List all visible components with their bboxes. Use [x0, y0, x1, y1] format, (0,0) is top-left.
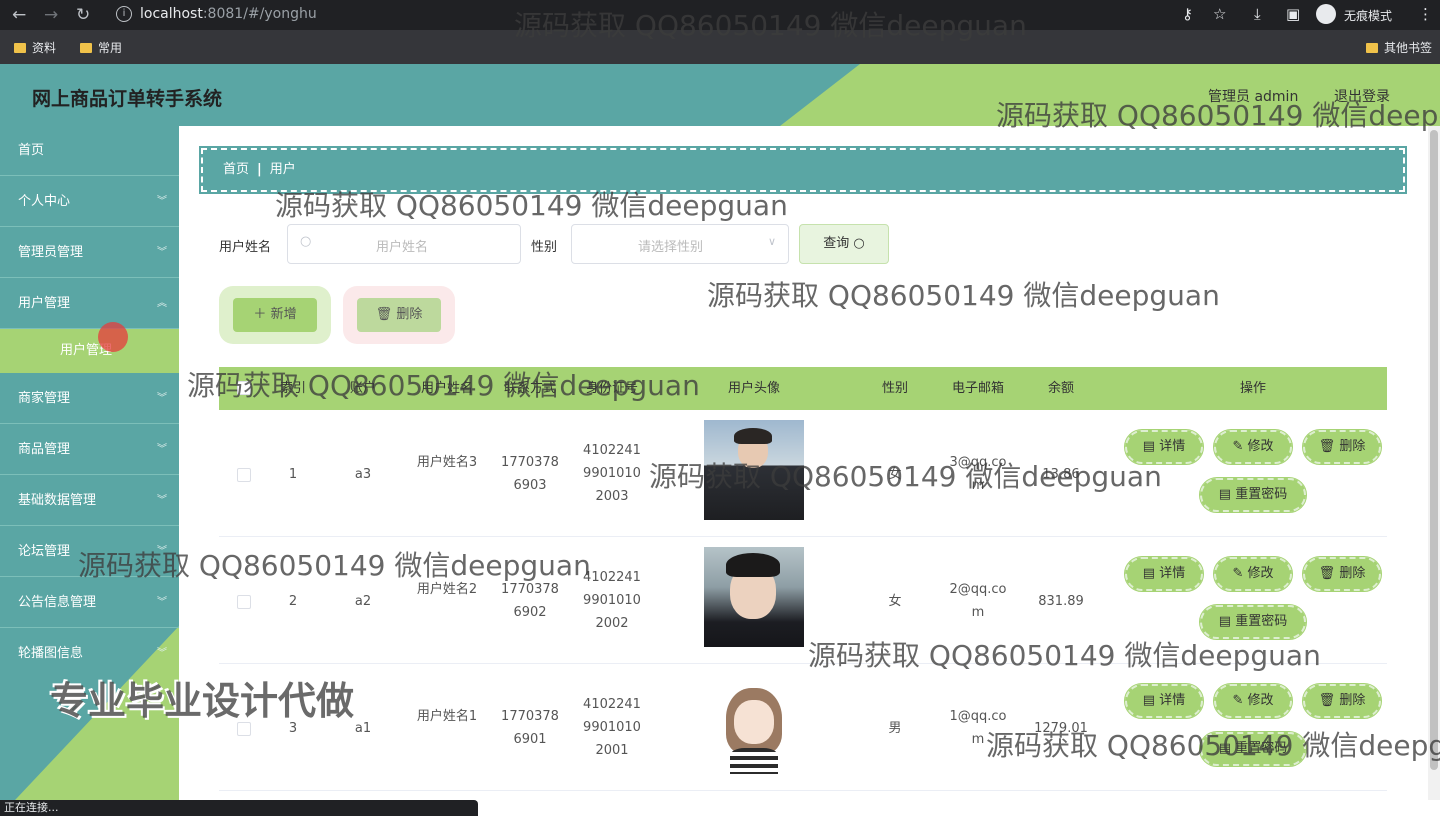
trash-icon: 🗑: [1318, 439, 1336, 454]
gender-select[interactable]: 请选择性别 ∨: [571, 224, 789, 264]
document-icon: ▤: [1218, 487, 1232, 502]
search-icon: ○: [300, 234, 312, 249]
browser-toolbar: ← → ↻ i localhost:8081/#/yonghu ⚷ ☆ ⤓ ▣ …: [0, 0, 1440, 30]
table-header: 索引 账户 用户姓名 联系方式 身份证号 用户头像 性别 电子邮箱 余额 操作: [219, 367, 1387, 410]
user-avatar: [704, 420, 804, 520]
other-bookmarks[interactable]: 其他书签: [1366, 39, 1432, 56]
sidebar-subitem-users[interactable]: 用户管理: [0, 329, 179, 373]
trash-icon: 🗑: [375, 307, 393, 322]
bookmark-folder[interactable]: 常用: [80, 39, 122, 56]
pencil-icon: ✎: [1232, 439, 1244, 454]
sidebar-item-users[interactable]: 用户管理 ︽: [0, 279, 179, 329]
logout-link[interactable]: 退出登录: [1334, 86, 1390, 106]
download-icon[interactable]: ⤓: [1254, 5, 1261, 23]
breadcrumb-current: 用户: [269, 162, 296, 177]
row-checkbox[interactable]: [237, 595, 251, 609]
main-content: 首页 | 用户 用户姓名 ○ 用户姓名 性别 请选择性别 ∨ 查询 ○ ＋ 新增 🗑…: [179, 126, 1440, 816]
sidebar-item-notice[interactable]: 公告信息管理 ︾: [0, 578, 179, 628]
folder-icon: [1366, 42, 1378, 53]
batch-delete-button[interactable]: 🗑 删除: [343, 286, 455, 344]
select-all-checkbox[interactable]: [237, 381, 251, 395]
search-icon: ○: [853, 236, 865, 251]
chevron-down-icon: ︾: [157, 444, 167, 455]
trash-icon: 🗑: [1318, 693, 1336, 708]
detail-button[interactable]: ▤ 详情: [1124, 429, 1204, 465]
reload-icon[interactable]: ↻: [76, 5, 90, 25]
document-icon: ▤: [1218, 741, 1232, 756]
app-header: 网上商品订单转手系统 管理员 admin 退出登录: [0, 64, 1440, 126]
chevron-down-icon: ︾: [157, 196, 167, 207]
user-avatar: [704, 674, 804, 774]
edit-button[interactable]: ✎ 修改: [1213, 556, 1293, 592]
folder-icon: [14, 42, 26, 53]
breadcrumb-home[interactable]: 首页: [223, 162, 249, 177]
chevron-up-icon: ︽: [157, 298, 167, 309]
delete-button[interactable]: 🗑 删除: [1302, 429, 1382, 465]
pencil-icon: ✎: [1232, 693, 1244, 708]
address-bar[interactable]: localhost:8081/#/yonghu: [140, 6, 317, 22]
bookmark-folder[interactable]: 资料: [14, 39, 56, 56]
watermark-large: 专业毕业设计代做: [50, 679, 355, 723]
chevron-down-icon: ∨: [767, 235, 776, 248]
page-scrollbar[interactable]: [1428, 126, 1440, 800]
chevron-down-icon: ︾: [157, 495, 167, 506]
trash-icon: 🗑: [1318, 566, 1336, 581]
chevron-down-icon: ︾: [157, 247, 167, 258]
document-icon: ▤: [1142, 693, 1156, 708]
row-checkbox[interactable]: [237, 468, 251, 482]
browser-status: 正在连接...: [0, 800, 478, 816]
name-input[interactable]: ○ 用户姓名: [287, 224, 521, 264]
star-icon[interactable]: ☆: [1213, 5, 1226, 23]
breadcrumb: 首页 | 用户: [199, 146, 1407, 194]
chevron-down-icon: ︾: [157, 597, 167, 608]
cursor-indicator: [98, 322, 128, 352]
sidebar-item-merchants[interactable]: 商家管理 ︾: [0, 374, 179, 424]
user-avatar: [704, 547, 804, 647]
document-icon: ▤: [1142, 566, 1156, 581]
add-button[interactable]: ＋ 新增: [219, 286, 331, 344]
table-row: 2 a2 用户姓名2 17703786902 41022419901010200…: [219, 537, 1387, 664]
search-button[interactable]: 查询 ○: [799, 224, 889, 264]
name-label: 用户姓名: [219, 240, 272, 255]
plus-icon: ＋: [253, 307, 267, 322]
pencil-icon: ✎: [1232, 566, 1244, 581]
edit-button[interactable]: ✎ 修改: [1213, 683, 1293, 719]
reset-password-button[interactable]: ▤ 重置密码: [1199, 731, 1307, 767]
document-icon: ▤: [1218, 614, 1232, 629]
detail-button[interactable]: ▤ 详情: [1124, 556, 1204, 592]
site-info-icon[interactable]: i: [116, 6, 132, 22]
bookmarks-bar: 资料 常用 其他书签: [0, 30, 1440, 64]
sidebar-item-forum[interactable]: 论坛管理 ︾: [0, 527, 179, 577]
forward-icon[interactable]: →: [44, 5, 58, 25]
sidebar-item-admins[interactable]: 管理员管理 ︾: [0, 228, 179, 278]
chevron-down-icon: ︾: [157, 546, 167, 557]
incognito-icon[interactable]: [1316, 4, 1336, 24]
chevron-down-icon: ︾: [157, 393, 167, 404]
current-user: 管理员 admin: [1208, 89, 1299, 105]
incognito-label: 无痕模式: [1344, 9, 1393, 23]
back-icon[interactable]: ←: [12, 5, 26, 25]
reset-password-button[interactable]: ▤ 重置密码: [1199, 477, 1307, 513]
key-icon[interactable]: ⚷: [1182, 5, 1193, 23]
delete-button[interactable]: 🗑 删除: [1302, 683, 1382, 719]
detail-button[interactable]: ▤ 详情: [1124, 683, 1204, 719]
reset-password-button[interactable]: ▤ 重置密码: [1199, 604, 1307, 640]
menu-icon[interactable]: ⋮: [1418, 5, 1433, 23]
scrollbar-thumb[interactable]: [1430, 130, 1438, 770]
folder-icon: [80, 42, 92, 53]
sidebar-item-goods[interactable]: 商品管理 ︾: [0, 425, 179, 475]
sidebar-item-home[interactable]: 首页: [0, 126, 179, 176]
table-row: 1 a3 用户姓名3 17703786903 41022419901010200…: [219, 410, 1387, 537]
app-title: 网上商品订单转手系统: [32, 88, 223, 110]
delete-button[interactable]: 🗑 删除: [1302, 556, 1382, 592]
sidebar-item-basedata[interactable]: 基础数据管理 ︾: [0, 476, 179, 526]
table-row: 3 a1 用户姓名1 17703786901 41022419901010200…: [219, 664, 1387, 791]
document-icon: ▤: [1142, 439, 1156, 454]
edit-button[interactable]: ✎ 修改: [1213, 429, 1293, 465]
gender-label: 性别: [531, 240, 558, 255]
sidebar-item-profile[interactable]: 个人中心 ︾: [0, 177, 179, 227]
sidepanel-icon[interactable]: ▣: [1286, 5, 1300, 23]
